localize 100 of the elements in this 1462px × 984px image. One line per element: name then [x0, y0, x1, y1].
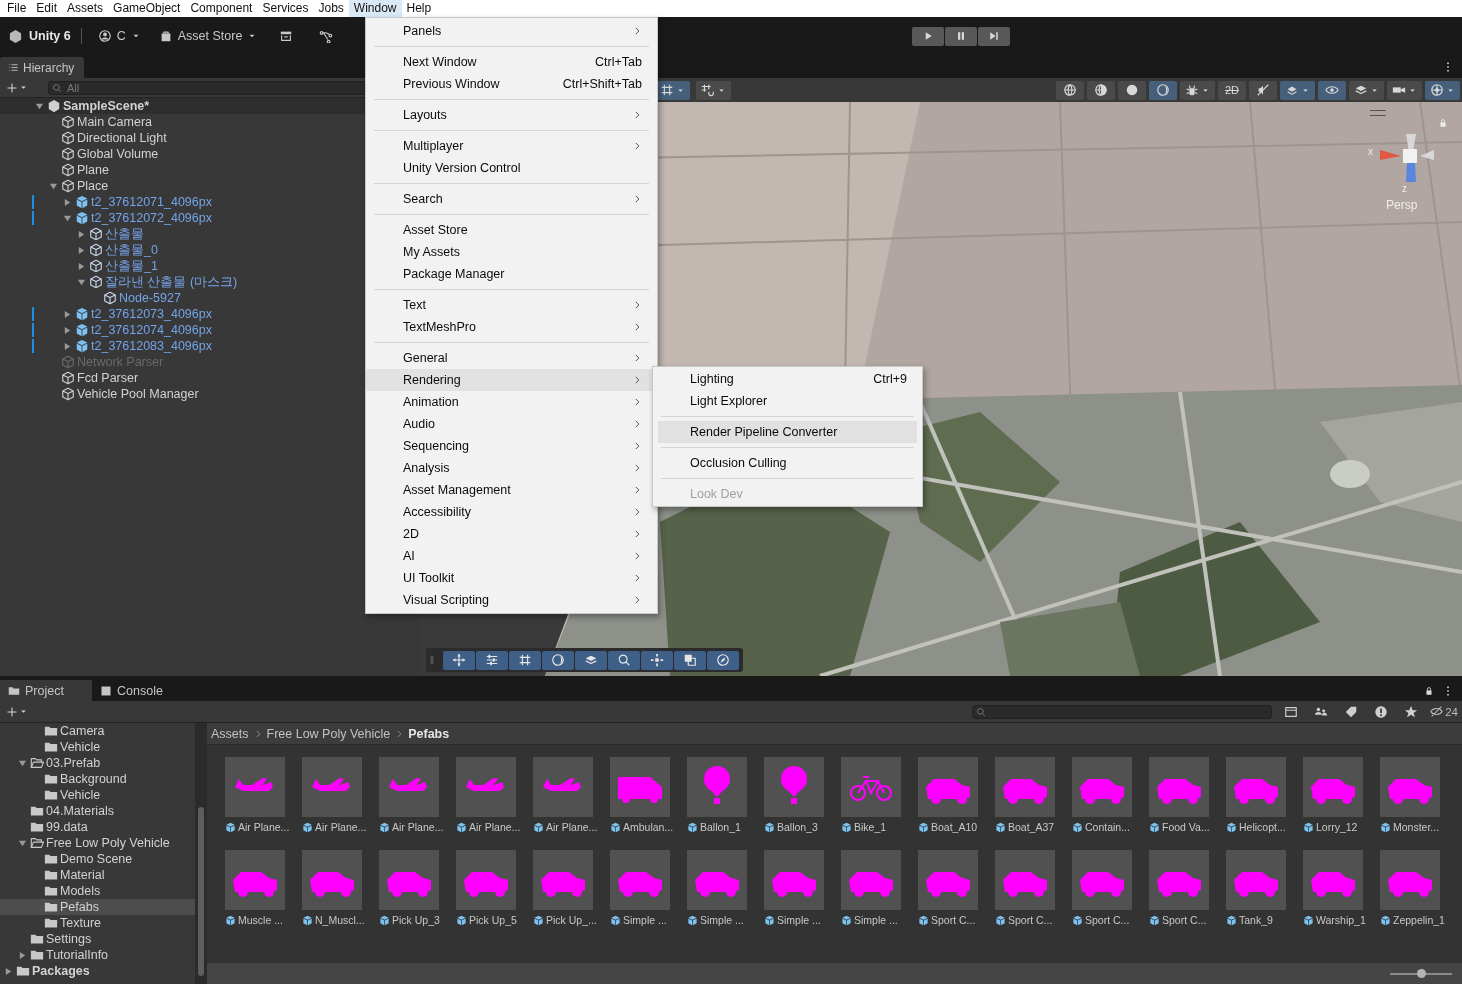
menu-item[interactable]: 2D [366, 523, 652, 545]
add-button[interactable] [6, 705, 28, 718]
add-button[interactable] [6, 81, 28, 94]
folder-item[interactable]: Models [60, 884, 101, 898]
menu-item[interactable]: General [366, 347, 652, 369]
toolbar-button[interactable] [1056, 80, 1084, 100]
menu-item[interactable]: Occlusion Culling [658, 452, 917, 474]
menu-item[interactable]: My Assets [366, 241, 652, 263]
toolbar-button[interactable] [1249, 80, 1277, 100]
folder-item[interactable]: Pefabs [60, 900, 99, 914]
tool-button[interactable] [443, 650, 475, 670]
menu-item[interactable]: Component [185, 0, 258, 17]
menu-item[interactable]: Rendering [366, 369, 652, 391]
menu-item[interactable]: Visual Scripting [366, 589, 652, 611]
hierarchy-item[interactable]: 산출물 [105, 225, 144, 243]
expand-arrow-icon[interactable] [62, 309, 72, 319]
expand-arrow-icon[interactable] [34, 101, 44, 111]
scrollbar[interactable] [195, 723, 207, 984]
expand-arrow-icon[interactable] [76, 245, 86, 255]
hierarchy-item[interactable]: Directional Light [77, 131, 167, 145]
menu-item[interactable]: Package Manager [366, 263, 652, 285]
panel-tab[interactable]: Project [0, 680, 92, 701]
hierarchy-tab[interactable]: Hierarchy [0, 57, 85, 78]
folder-item[interactable]: Demo Scene [60, 852, 133, 866]
menu-item[interactable]: Next Window Ctrl+Tab [366, 51, 652, 73]
hierarchy-item[interactable]: t2_37612083_4096px [91, 339, 212, 353]
toolbar-button[interactable] [1180, 80, 1215, 100]
archive-icon[interactable] [279, 29, 294, 43]
breadcrumb-link[interactable]: Assets [211, 726, 249, 741]
expand-arrow-icon[interactable] [62, 197, 72, 207]
hierarchy-item[interactable]: Place [77, 179, 109, 193]
unity-logo-icon[interactable] [8, 28, 23, 44]
folder-item[interactable]: TutorialInfo [46, 948, 109, 962]
expand-arrow-icon[interactable] [62, 341, 72, 351]
menu-item[interactable]: Help [401, 0, 437, 17]
star-icon[interactable] [1404, 704, 1419, 719]
folder-item[interactable]: Vehicle [60, 740, 101, 754]
tool-button[interactable] [608, 650, 640, 670]
branch-icon[interactable] [319, 29, 334, 43]
pause-button[interactable] [945, 26, 977, 46]
tool-button[interactable] [674, 650, 706, 670]
expand-arrow-icon[interactable] [17, 758, 27, 768]
menu-item[interactable]: GameObject [108, 0, 186, 17]
menu-item[interactable]: Edit [31, 0, 63, 17]
folder-item[interactable]: Texture [60, 916, 101, 930]
hierarchy-item[interactable]: Global Volume [77, 147, 159, 161]
breadcrumb-link[interactable]: Free Low Poly Vehicle [266, 726, 391, 741]
expand-arrow-icon[interactable] [76, 229, 86, 239]
breadcrumb-link[interactable]: Pefabs [408, 726, 450, 741]
toolbar-button[interactable] [1118, 80, 1146, 100]
hierarchy-item[interactable]: Plane [77, 163, 109, 177]
toolbar-button[interactable] [1318, 80, 1346, 100]
hierarchy-item[interactable]: 산출물_1 [105, 257, 158, 275]
menu-item[interactable]: Light Explorer [658, 390, 917, 412]
hierarchy-item[interactable]: Vehicle Pool Manager [77, 387, 199, 401]
menu-item[interactable]: TextMeshPro [366, 316, 652, 338]
toolbar-button[interactable] [1087, 80, 1115, 100]
play-button[interactable] [912, 26, 944, 46]
menu-item[interactable]: Unity Version Control [366, 157, 652, 179]
folder-item[interactable]: Material [60, 868, 105, 882]
menu-item[interactable]: Panels [366, 20, 652, 42]
zoom-slider[interactable] [1390, 972, 1452, 975]
expand-arrow-icon[interactable] [76, 277, 86, 287]
folder-item[interactable]: Vehicle [60, 788, 101, 802]
menu-item[interactable]: UI Toolkit [366, 567, 652, 589]
menu-item[interactable]: Sequencing [366, 435, 652, 457]
toolbar-button[interactable] [1387, 80, 1422, 100]
hierarchy-item[interactable]: t2_37612074_4096px [91, 323, 212, 337]
hierarchy-item[interactable]: 잘라낸 산출물 (마스크) [105, 273, 238, 291]
hierarchy-item[interactable]: SampleScene* [63, 99, 150, 113]
menu-item[interactable]: Text [366, 294, 652, 316]
menu-item[interactable]: Animation [366, 391, 652, 413]
menu-item[interactable]: Accessibility [366, 501, 652, 523]
menu-item[interactable]: Asset Management [366, 479, 652, 501]
toolbar-button[interactable] [1149, 80, 1177, 100]
step-button[interactable] [978, 26, 1010, 46]
hierarchy-item[interactable]: Main Camera [77, 115, 153, 129]
folder-item[interactable]: 04.Materials [46, 804, 115, 818]
asset-store-button[interactable]: Asset Store [152, 26, 264, 46]
alert-icon[interactable] [1374, 704, 1389, 719]
folder-item[interactable]: 03.Prefab [46, 756, 101, 770]
toolbar-button[interactable] [1349, 80, 1384, 100]
menu-item[interactable]: Multiplayer [366, 135, 652, 157]
panel-tab[interactable]: Console [92, 680, 178, 701]
tool-button[interactable] [707, 650, 739, 670]
menu-item[interactable]: Search [366, 188, 652, 210]
menu-item[interactable]: Services [257, 0, 314, 17]
hierarchy-item[interactable]: t2_37612072_4096px [91, 211, 212, 225]
menu-item[interactable]: Jobs [313, 0, 349, 17]
expand-arrow-icon[interactable] [17, 950, 27, 960]
expand-arrow-icon[interactable] [62, 213, 72, 223]
hierarchy-item[interactable]: 산출물_0 [105, 241, 158, 259]
hierarchy-item[interactable]: Node-5927 [119, 291, 181, 305]
toolbar-button[interactable] [696, 80, 731, 100]
expand-arrow-icon[interactable] [76, 261, 86, 271]
account-button[interactable]: C [91, 26, 147, 46]
toolbar-button[interactable] [1280, 80, 1315, 100]
tag-icon[interactable] [1344, 704, 1359, 719]
menu-item[interactable]: File [2, 0, 32, 17]
expand-arrow-icon[interactable] [62, 325, 72, 335]
